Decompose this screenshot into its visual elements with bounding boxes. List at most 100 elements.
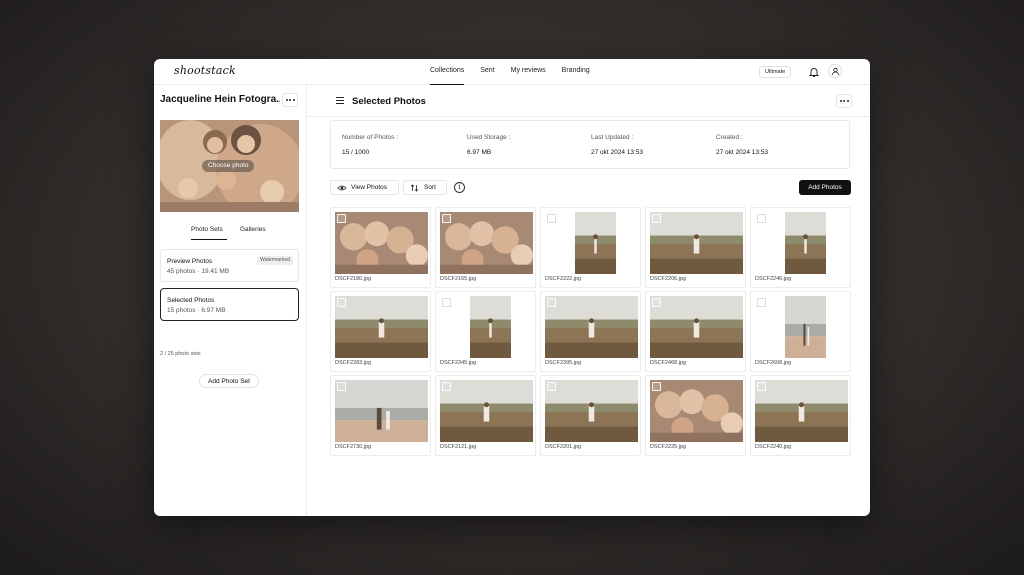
photo-set-card[interactable]: Selected Photos 15 photos · 6.97 MB <box>160 288 299 321</box>
user-menu-button[interactable] <box>828 64 842 78</box>
stat-storage-label: Used Storage : <box>467 134 511 141</box>
photo-thumbnail[interactable] <box>785 212 826 274</box>
eye-icon <box>337 185 347 191</box>
add-photo-set-button[interactable]: Add Photo Set <box>199 374 259 388</box>
photo-filename: DSCF2121.jpg <box>440 444 477 450</box>
photo-filename: DSCF2165.jpg <box>440 276 477 282</box>
select-checkbox[interactable] <box>547 382 556 391</box>
photo-thumbnail[interactable] <box>785 296 826 358</box>
select-checkbox[interactable] <box>547 214 556 223</box>
user-icon <box>831 67 840 76</box>
select-checkbox[interactable] <box>442 382 451 391</box>
photo-tile[interactable]: DSCF2246.jpg <box>750 207 851 288</box>
nav-sent[interactable]: Sent <box>480 59 494 85</box>
add-photos-button[interactable]: Add Photos <box>799 180 851 195</box>
more-horizontal-icon <box>285 99 288 101</box>
photo-thumbnail[interactable] <box>650 212 743 274</box>
menu-icon[interactable] <box>336 97 344 104</box>
photo-thumbnail[interactable] <box>575 212 616 274</box>
stat-updated-value: 27 okt 2024 13:53 <box>591 149 644 156</box>
photo-filename: DSCF2201.jpg <box>545 444 582 450</box>
photo-set-meta: 15 photos · 6.97 MB <box>167 307 226 314</box>
cover-photo[interactable]: Choose photo <box>160 120 299 212</box>
photo-tile[interactable]: DSCF2201.jpg <box>540 375 641 456</box>
stat-created-value: 27 okt 2024 13:53 <box>716 149 769 156</box>
app-window: shootstack Collections Sent My reviews B… <box>154 59 870 516</box>
sort-icon <box>410 184 419 192</box>
photo-filename: DSCF2222.jpg <box>545 276 582 282</box>
set-more-button[interactable] <box>836 94 852 108</box>
select-checkbox[interactable] <box>442 298 451 307</box>
more-horizontal-icon <box>839 100 842 102</box>
select-checkbox[interactable] <box>652 382 661 391</box>
select-checkbox[interactable] <box>337 382 346 391</box>
photo-tile[interactable]: DSCF2468.jpg <box>645 291 746 372</box>
photo-tile[interactable]: DSCF2225.jpg <box>645 375 746 456</box>
nav-branding[interactable]: Branding <box>562 59 590 85</box>
photo-tile[interactable]: DSCF2730.jpg <box>330 375 431 456</box>
sidebar: Jacqueline Hein Fotogra... Choose photo … <box>154 85 307 516</box>
top-bar: shootstack Collections Sent My reviews B… <box>154 59 870 85</box>
photo-tile[interactable]: DSCF2668.jpg <box>750 291 851 372</box>
select-checkbox[interactable] <box>337 298 346 307</box>
select-checkbox[interactable] <box>757 214 766 223</box>
photo-thumbnail[interactable] <box>755 380 848 442</box>
photo-thumbnail[interactable] <box>650 296 743 358</box>
photo-filename: DSCF2395.jpg <box>545 360 582 366</box>
photo-thumbnail[interactable] <box>335 380 428 442</box>
photo-tile[interactable]: DSCF2206.jpg <box>645 207 746 288</box>
photo-tile[interactable]: DSCF2121.jpg <box>435 375 536 456</box>
photo-tile[interactable]: DSCF2345.jpg <box>435 291 536 372</box>
photo-set-card[interactable]: Preview Photos 45 photos · 19.41 MB Wate… <box>160 249 299 282</box>
select-checkbox[interactable] <box>337 214 346 223</box>
select-checkbox[interactable] <box>652 214 661 223</box>
sort-button[interactable]: Sort <box>403 180 447 195</box>
stat-storage-value: 6.97 MB <box>467 149 492 156</box>
select-checkbox[interactable] <box>652 298 661 307</box>
photo-tile[interactable]: DSCF2180.jpg <box>330 207 431 288</box>
collection-more-button[interactable] <box>282 93 298 107</box>
sort-label: Sort <box>424 184 436 191</box>
stats-panel: Number of Photos : 15 / 1000 Used Storag… <box>330 120 850 169</box>
view-photos-label: View Photos <box>351 184 388 191</box>
photo-thumbnail[interactable] <box>650 380 743 442</box>
photo-filename: DSCF2240.jpg <box>755 444 792 450</box>
photo-thumbnail[interactable] <box>545 296 638 358</box>
select-checkbox[interactable] <box>547 298 556 307</box>
main-nav: Collections Sent My reviews Branding <box>430 59 606 85</box>
photo-tile[interactable]: DSCF2395.jpg <box>540 291 641 372</box>
tab-photo-sets[interactable]: Photo Sets <box>179 226 239 240</box>
tab-photo-sets-label: Photo Sets <box>191 226 223 233</box>
photo-thumbnail[interactable] <box>545 380 638 442</box>
bell-icon[interactable] <box>808 65 820 77</box>
photo-filename: DSCF2730.jpg <box>335 444 372 450</box>
select-checkbox[interactable] <box>757 298 766 307</box>
photo-tile[interactable]: DSCF2222.jpg <box>540 207 641 288</box>
photo-tile[interactable]: DSCF2240.jpg <box>750 375 851 456</box>
photo-thumbnail[interactable] <box>335 212 428 274</box>
plan-badge[interactable]: Ultimate <box>759 66 792 78</box>
photo-tile[interactable]: DSCF2283.jpg <box>330 291 431 372</box>
choose-photo-button[interactable]: Choose photo <box>202 160 255 172</box>
nav-my-reviews[interactable]: My reviews <box>511 59 546 85</box>
view-photos-button[interactable]: View Photos <box>330 180 399 195</box>
photo-thumbnail[interactable] <box>335 296 428 358</box>
photo-filename: DSCF2345.jpg <box>440 360 477 366</box>
stat-created-label: Created : <box>716 134 743 141</box>
sidebar-tabs: Photo Sets Galleries <box>154 226 307 240</box>
select-checkbox[interactable] <box>757 382 766 391</box>
select-checkbox[interactable] <box>442 214 451 223</box>
photo-filename: DSCF2180.jpg <box>335 276 372 282</box>
photo-set-name: Preview Photos <box>167 258 213 265</box>
stat-photos-label: Number of Photos : <box>342 134 398 141</box>
info-icon[interactable]: i <box>454 182 465 193</box>
nav-collections[interactable]: Collections <box>430 59 465 85</box>
logo[interactable]: shootstack <box>174 64 236 77</box>
tab-galleries[interactable]: Galleries <box>240 226 266 239</box>
photo-thumbnail[interactable] <box>440 212 533 274</box>
photo-thumbnail[interactable] <box>470 296 511 358</box>
photo-tile[interactable]: DSCF2165.jpg <box>435 207 536 288</box>
photo-set-name: Selected Photos <box>167 297 215 304</box>
collection-title: Jacqueline Hein Fotogra... <box>160 94 280 105</box>
photo-thumbnail[interactable] <box>440 380 533 442</box>
